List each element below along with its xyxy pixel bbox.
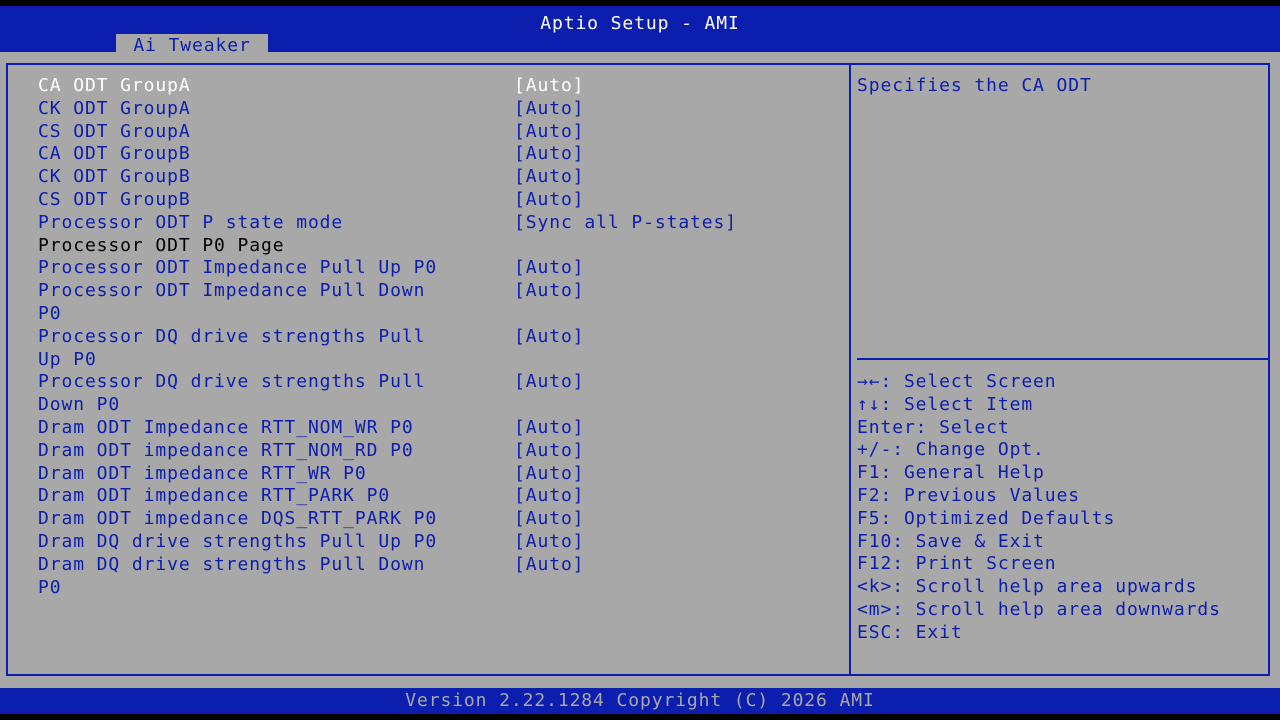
menu-item-label: CA ODT GroupB: [38, 143, 191, 165]
key-hint: ↑↓: Select Item: [857, 393, 1034, 415]
menu-item-value[interactable]: [Auto]: [514, 280, 584, 303]
menu-item-value[interactable]: [Auto]: [514, 371, 584, 394]
menu-item[interactable]: Processor DQ drive strengths Pull Up P0 […: [38, 326, 838, 372]
menu-item-value[interactable]: [Auto]: [514, 98, 584, 121]
menu-item-label: Processor DQ drive strengths Pull Down P…: [38, 371, 426, 416]
key-hint: +/-: Change Opt.: [857, 439, 1045, 461]
key-hint: <m>: Scroll help area downwards: [857, 599, 1221, 620]
menu-item-value[interactable]: [Sync all P-states]: [514, 212, 737, 235]
menu-item-value[interactable]: [Auto]: [514, 531, 584, 554]
key-hint: ESC: Exit: [857, 621, 963, 643]
key-hint: Enter: Select: [857, 416, 1010, 438]
menu-item-label: Dram ODT impedance DQS_RTT_PARK P0: [38, 508, 438, 530]
key-hint: →←: Select Screen: [857, 371, 1057, 392]
menu-item-label: CK ODT GroupB: [38, 166, 191, 188]
menu-item-label: Dram ODT impedance RTT_WR P0: [38, 462, 367, 484]
menu-item-label: Processor ODT Impedance Pull Up P0: [38, 257, 438, 279]
key-hint: <k>: Scroll help area upwards: [857, 576, 1198, 598]
menu-item-value[interactable]: [Auto]: [514, 257, 584, 280]
key-hint: F10: Save & Exit: [857, 530, 1045, 552]
app-title: Aptio Setup - AMI: [540, 13, 740, 34]
footer-bar: Version 2.22.1284 Copyright (C) 2026 AMI: [0, 688, 1280, 714]
menu-item-value[interactable]: [Auto]: [514, 417, 584, 440]
menu-item-label: Processor ODT P state mode: [38, 211, 344, 233]
menu-item-label: Processor ODT Impedance Pull Down P0: [38, 280, 426, 324]
menu-item-label: Processor ODT P0 Page: [38, 234, 285, 256]
key-hint: F5: Optimized Defaults: [857, 507, 1116, 529]
key-hint: F2: Previous Values: [857, 485, 1081, 506]
key-hint: F1: General Help: [857, 462, 1045, 484]
menu-item-label: Dram DQ drive strengths Pull Up P0: [38, 531, 438, 552]
menu-item-label: Dram ODT impedance RTT_NOM_RD P0: [38, 439, 414, 461]
header-bar: Aptio Setup - AMI Ai Tweaker: [0, 6, 1280, 58]
main-panel: CA ODT GroupA [Auto] CK ODT GroupA [Auto] CS…: [0, 52, 1280, 688]
menu-item-label: Processor DQ drive strengths Pull Up P0: [38, 325, 426, 370]
help-description: Specifies the CA ODT: [857, 75, 1092, 96]
menu-item-label: Dram ODT impedance RTT_PARK P0: [38, 485, 391, 507]
menu-item-value[interactable]: [Auto]: [514, 121, 584, 144]
key-hint: F12: Print Screen: [857, 553, 1057, 575]
help-divider: [857, 358, 1268, 360]
menu-item-label: Dram DQ drive strengths Pull Down P0: [38, 553, 426, 598]
menu-item-value[interactable]: [Auto]: [514, 485, 584, 508]
menu-item-value[interactable]: [Auto]: [514, 440, 584, 463]
menu-item-value[interactable]: [Auto]: [514, 143, 584, 166]
menu-item-label: Dram ODT Impedance RTT_NOM_WR P0: [38, 417, 414, 438]
menu-item-label: CS ODT GroupB: [38, 189, 191, 210]
menu-item[interactable]: Processor DQ drive strengths Pull Down P…: [38, 371, 838, 417]
menu-item-value[interactable]: [Auto]: [514, 508, 584, 531]
menu-item-value[interactable]: [Auto]: [514, 326, 584, 349]
menu-item[interactable]: Dram DQ drive strengths Pull Down P0 [Aut…: [38, 554, 838, 600]
menu-item-label: CS ODT GroupA: [38, 120, 191, 142]
vertical-divider: [849, 63, 851, 676]
menu-item-label: CK ODT GroupA: [38, 97, 191, 119]
menu-item-value[interactable]: [Auto]: [514, 75, 584, 98]
menu-item-value[interactable]: [Auto]: [514, 166, 584, 189]
menu-item-value[interactable]: [Auto]: [514, 189, 584, 212]
menu-item[interactable]: Processor ODT Impedance Pull Down P0 [Aut…: [38, 280, 838, 326]
version-text: Version 2.22.1284 Copyright (C) 2026 AMI: [405, 690, 875, 711]
menu-item-value[interactable]: [Auto]: [514, 554, 584, 577]
menu-item-label: CA ODT GroupA: [38, 75, 191, 96]
menu-item-value[interactable]: [Auto]: [514, 463, 584, 486]
